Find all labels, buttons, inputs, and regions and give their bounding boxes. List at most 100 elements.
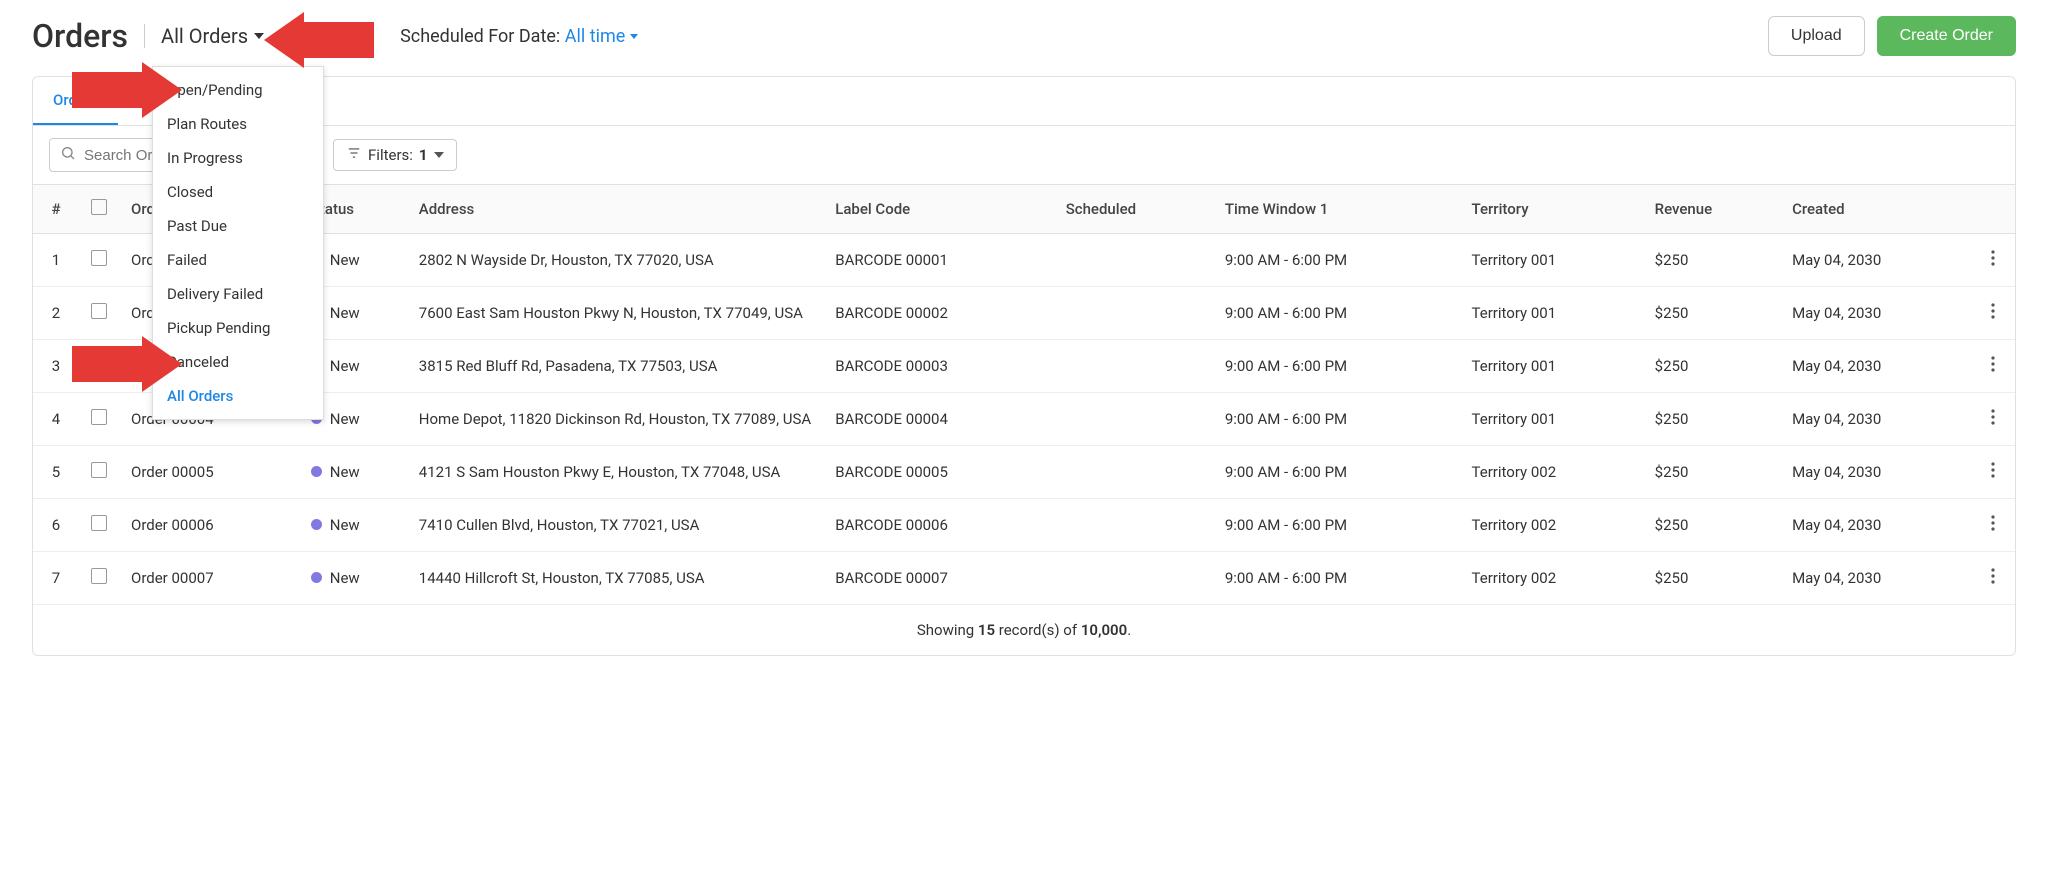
cell-territory: Territory 001 [1460,393,1643,446]
dropdown-item[interactable]: Past Due [153,209,323,243]
col-territory[interactable]: Territory [1460,185,1643,234]
cell-order[interactable]: Order 00005 [119,446,299,499]
cell-checkbox [79,552,119,605]
dropdown-item[interactable]: In Progress [153,141,323,175]
upload-button[interactable]: Upload [1768,16,1865,56]
table-row: 6Order 00006New7410 Cullen Blvd, Houston… [33,499,2015,552]
col-index: # [33,185,79,234]
page-title: Orders [32,17,128,55]
cell-checkbox [79,287,119,340]
cell-actions [1971,340,2015,393]
cell-actions [1971,446,2015,499]
cell-scheduled [1054,393,1213,446]
row-actions-menu[interactable] [1983,566,2003,592]
cell-label-code: BARCODE 00007 [823,552,1053,605]
row-actions-menu[interactable] [1983,301,2003,327]
col-label-code[interactable]: Label Code [823,185,1053,234]
col-actions [1971,185,2015,234]
row-checkbox[interactable] [91,250,107,266]
cell-scheduled [1054,446,1213,499]
row-checkbox[interactable] [91,303,107,319]
cell-territory: Territory 001 [1460,287,1643,340]
orders-filter-dropdown[interactable]: All Orders [144,24,264,48]
status-dot-icon [311,466,322,477]
cell-order[interactable]: Order 00006 [119,499,299,552]
cell-time-window: 9:00 AM - 6:00 PM [1213,552,1460,605]
filter-icon [346,146,362,164]
status-text: New [330,357,360,375]
table-row: 5Order 00005New4121 S Sam Houston Pkwy E… [33,446,2015,499]
scheduled-for-text: All time [565,26,626,47]
search-icon [60,145,76,165]
create-order-button[interactable]: Create Order [1877,16,2016,56]
select-all-checkbox[interactable] [91,199,107,215]
cell-territory: Territory 002 [1460,552,1643,605]
cell-revenue: $250 [1643,234,1780,287]
dropdown-item[interactable]: Closed [153,175,323,209]
cell-territory: Territory 001 [1460,234,1643,287]
orders-panel: Orders Filters: 1 # [32,76,2016,656]
cell-created: May 04, 2030 [1780,234,1971,287]
footer-suffix: . [1127,621,1131,639]
filters-label: Filters: [368,146,413,164]
col-select-all [79,185,119,234]
row-checkbox[interactable] [91,515,107,531]
cell-created: May 04, 2030 [1780,499,1971,552]
cell-time-window: 9:00 AM - 6:00 PM [1213,393,1460,446]
row-actions-menu[interactable] [1983,460,2003,486]
table-row: 7Order 00007New14440 Hillcroft St, Houst… [33,552,2015,605]
cell-address: 7410 Cullen Blvd, Houston, TX 77021, USA [407,499,823,552]
row-actions-menu[interactable] [1983,407,2003,433]
chevron-down-icon [254,33,264,39]
cell-checkbox [79,446,119,499]
footer-count: 15 [978,621,995,639]
scheduled-for-value[interactable]: All time [565,26,639,47]
cell-label-code: BARCODE 00003 [823,340,1053,393]
cell-time-window: 9:00 AM - 6:00 PM [1213,234,1460,287]
status-text: New [330,569,360,587]
row-checkbox[interactable] [91,409,107,425]
cell-address: 2802 N Wayside Dr, Houston, TX 77020, US… [407,234,823,287]
dropdown-item[interactable]: Delivery Failed [153,277,323,311]
filters-count: 1 [419,146,428,164]
col-time-window[interactable]: Time Window 1 [1213,185,1460,234]
cell-index: 2 [33,287,79,340]
cell-address: Home Depot, 11820 Dickinson Rd, Houston,… [407,393,823,446]
cell-scheduled [1054,287,1213,340]
status-text: New [330,304,360,322]
cell-revenue: $250 [1643,499,1780,552]
status-dot-icon [311,519,322,530]
cell-revenue: $250 [1643,446,1780,499]
scheduled-for-label: Scheduled For Date: [400,26,560,47]
status-text: New [330,516,360,534]
cell-status: New [299,552,407,605]
footer-prefix: Showing [917,621,978,639]
filters-button[interactable]: Filters: 1 [333,139,457,171]
cell-time-window: 9:00 AM - 6:00 PM [1213,287,1460,340]
cell-label-code: BARCODE 00006 [823,499,1053,552]
row-checkbox[interactable] [91,462,107,478]
cell-scheduled [1054,552,1213,605]
row-checkbox[interactable] [91,568,107,584]
cell-order[interactable]: Order 00007 [119,552,299,605]
table-row: 4Order 00004NewHome Depot, 11820 Dickins… [33,393,2015,446]
col-created[interactable]: Created [1780,185,1971,234]
status-dot-icon [311,572,322,583]
row-actions-menu[interactable] [1983,513,2003,539]
status-text: New [330,463,360,481]
status-text: New [330,410,360,428]
col-scheduled[interactable]: Scheduled [1054,185,1213,234]
row-actions-menu[interactable] [1983,248,2003,274]
footer-total: 10,000 [1081,621,1127,639]
col-revenue[interactable]: Revenue [1643,185,1780,234]
cell-actions [1971,234,2015,287]
table-footer: Showing 15 record(s) of 10,000. [33,605,2015,655]
row-actions-menu[interactable] [1983,354,2003,380]
table-row: 3Order 00003New3815 Red Bluff Rd, Pasade… [33,340,2015,393]
cell-scheduled [1054,340,1213,393]
cell-created: May 04, 2030 [1780,287,1971,340]
dropdown-item[interactable]: Failed [153,243,323,277]
col-address[interactable]: Address [407,185,823,234]
callout-arrow-icon [264,12,374,68]
cell-index: 1 [33,234,79,287]
